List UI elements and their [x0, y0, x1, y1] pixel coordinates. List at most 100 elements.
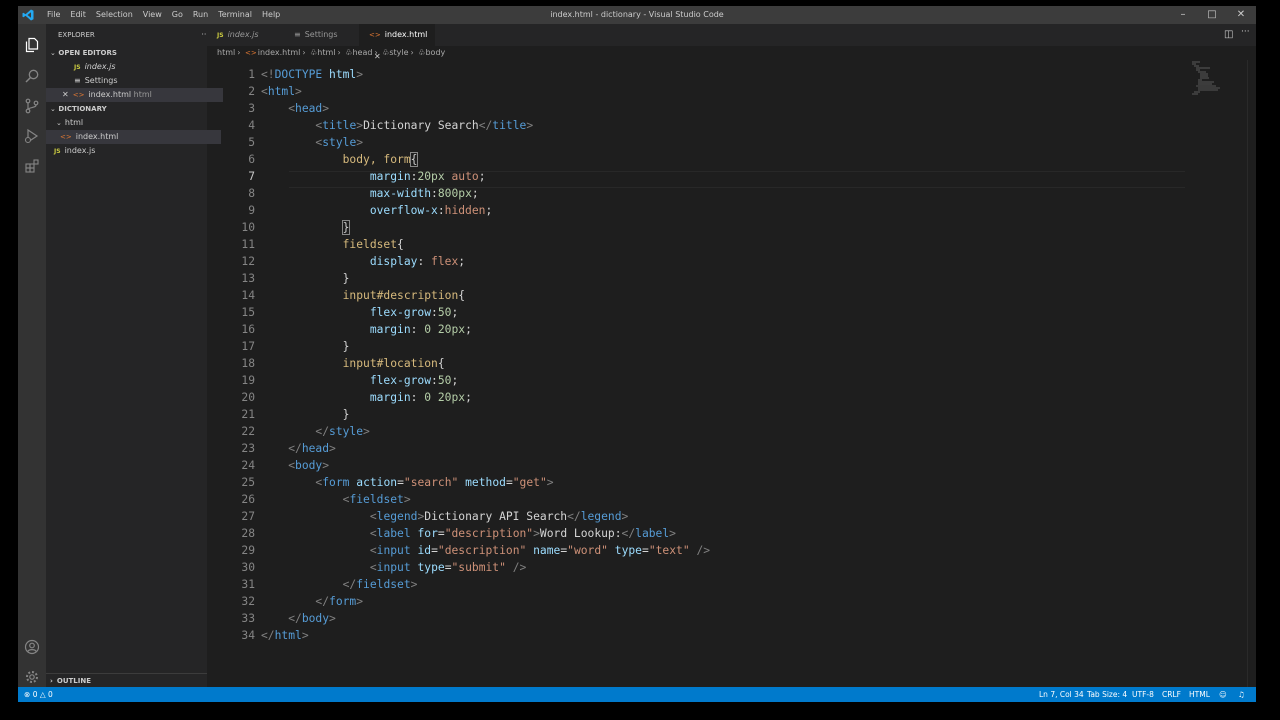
tab-settings[interactable]: ≡ Settings — [284, 24, 359, 46]
problems-indicator[interactable]: ⊗ 0 △ 0 — [24, 687, 53, 702]
code-line[interactable]: 17 } — [207, 338, 1207, 355]
tree-item-index-js[interactable]: JS index.js — [46, 144, 215, 158]
line-number: 10 — [241, 221, 255, 234]
gear-icon[interactable] — [24, 669, 40, 685]
code-line[interactable]: 18 input#location{ — [207, 355, 1207, 372]
language-mode[interactable]: HTML — [1189, 687, 1210, 702]
code-line[interactable]: 15 flex-grow:50; — [207, 304, 1207, 321]
code-line[interactable]: 21 } — [207, 406, 1207, 423]
menu-go[interactable]: Go — [167, 6, 188, 24]
code-line[interactable]: 12 display: flex; — [207, 253, 1207, 270]
editor-scrollbar[interactable] — [1247, 60, 1256, 687]
account-icon[interactable] — [24, 639, 40, 655]
code-text: <html> — [261, 85, 302, 98]
chevron-down-icon: ⌄ — [56, 119, 62, 127]
code-line[interactable]: 24 <body> — [207, 457, 1207, 474]
code-line[interactable]: 6 body, form{ — [207, 151, 1207, 168]
project-section[interactable]: ⌄ DICTIONARY — [46, 102, 211, 116]
code-text: flex-grow:50; — [369, 306, 459, 319]
tab-index-html[interactable]: <> index.html ✕ — [359, 24, 435, 61]
code-line[interactable]: 25 <form action="search" method="get"> — [207, 474, 1207, 491]
menu-file[interactable]: File — [42, 6, 65, 24]
code-line[interactable]: 27 <legend>Dictionary API Search</legend… — [207, 508, 1207, 525]
code-line[interactable]: 28 <label for="description">Word Lookup:… — [207, 525, 1207, 542]
encoding[interactable]: UTF-8 — [1132, 687, 1154, 702]
menu-view[interactable]: View — [138, 6, 167, 24]
split-editor-icon[interactable]: ◫ — [1224, 29, 1233, 40]
code-line[interactable]: 8 max-width:800px; — [207, 185, 1207, 202]
more-actions-icon[interactable]: ··· — [1241, 27, 1250, 37]
line-number: 5 — [248, 136, 255, 149]
feedback-icon[interactable]: ☺ — [1219, 687, 1227, 702]
code-line[interactable]: 5 <style> — [207, 134, 1207, 151]
code-editor[interactable]: 1 <!DOCTYPE html> 2 <html> 3 <head> 4 <title>… — [207, 60, 1256, 687]
code-line[interactable]: 32 </form> — [207, 593, 1207, 610]
line-endings[interactable]: CRLF — [1162, 687, 1181, 702]
breadcrumb-item[interactable]: body — [425, 48, 445, 57]
run-debug-icon[interactable] — [24, 128, 40, 144]
code-line[interactable]: 34 </html> — [207, 627, 1207, 644]
explorer-icon[interactable] — [24, 37, 40, 53]
code-text: input#location{ — [342, 357, 445, 370]
code-text: </fieldset> — [342, 578, 418, 591]
code-line[interactable]: 13 } — [207, 270, 1207, 287]
breadcrumb-item[interactable]: head — [352, 48, 372, 57]
tree-folder-html[interactable]: ⌄ html — [46, 116, 217, 130]
code-text: } — [342, 340, 350, 353]
menu-help[interactable]: Help — [257, 6, 285, 24]
maximize-icon[interactable]: □ — [1198, 6, 1226, 24]
code-line[interactable]: 10 } — [207, 219, 1207, 236]
warning-icon: △ — [39, 690, 46, 699]
code-line[interactable]: 30 <input type="submit" /> — [207, 559, 1207, 576]
open-editors-section[interactable]: ⌄ OPEN EDITORS — [46, 46, 211, 60]
minimize-icon[interactable]: – — [1169, 6, 1197, 24]
line-number: 3 — [248, 102, 255, 115]
line-number: 22 — [241, 425, 255, 438]
code-line[interactable]: 9 overflow-x:hidden; — [207, 202, 1207, 219]
code-line[interactable]: 14 input#description{ — [207, 287, 1207, 304]
line-number: 34 — [241, 629, 255, 642]
menu-terminal[interactable]: Terminal — [213, 6, 257, 24]
source-control-icon[interactable] — [24, 98, 40, 114]
code-line[interactable]: 31 </fieldset> — [207, 576, 1207, 593]
line-number: 6 — [248, 153, 255, 166]
code-line[interactable]: 33 </body> — [207, 610, 1207, 627]
activity-bar — [18, 24, 46, 687]
menu-edit[interactable]: Edit — [65, 6, 91, 24]
open-editor-item-active[interactable]: ✕ <> index.html html — [46, 88, 223, 102]
minimap[interactable] — [1190, 60, 1246, 100]
breadcrumb-item[interactable]: style — [389, 48, 408, 57]
code-line[interactable]: 11 fieldset{ — [207, 236, 1207, 253]
code-line[interactable]: 2 <html> — [207, 83, 1207, 100]
tab-size[interactable]: Tab Size: 4 — [1087, 687, 1127, 702]
line-number: 4 — [248, 119, 255, 132]
close-icon[interactable]: ✕ — [62, 90, 69, 99]
code-line[interactable]: 4 <title>Dictionary Search</title> — [207, 117, 1207, 134]
breadcrumb-item[interactable]: html — [217, 48, 235, 57]
outline-section[interactable]: › OUTLINE — [46, 673, 207, 688]
code-line[interactable]: 19 flex-grow:50; — [207, 372, 1207, 389]
code-line[interactable]: 26 <fieldset> — [207, 491, 1207, 508]
extensions-icon[interactable] — [24, 158, 40, 174]
tab-index-js[interactable]: JS index.js — [207, 24, 284, 46]
code-line[interactable]: 20 margin: 0 20px; — [207, 389, 1207, 406]
close-window-icon[interactable]: ✕ — [1227, 6, 1255, 24]
code-line[interactable]: 29 <input id="description" name="word" t… — [207, 542, 1207, 559]
code-line[interactable]: 16 margin: 0 20px; — [207, 321, 1207, 338]
code-line[interactable]: 3 <head> — [207, 100, 1207, 117]
cursor-position[interactable]: Ln 7, Col 34 — [1039, 687, 1084, 702]
menu-run[interactable]: Run — [188, 6, 213, 24]
tree-item-index-html[interactable]: <> index.html — [46, 130, 221, 144]
line-number: 30 — [241, 561, 255, 574]
code-line[interactable]: 7 margin:20px auto; — [207, 168, 1207, 185]
code-line[interactable]: 22 </style> — [207, 423, 1207, 440]
menu-selection[interactable]: Selection — [91, 6, 138, 24]
notifications-icon[interactable]: ♫ — [1238, 687, 1245, 702]
breadcrumb-item[interactable]: index.html — [258, 48, 301, 57]
explorer-header: EXPLORER ··· — [46, 28, 219, 42]
code-line[interactable]: 1 <!DOCTYPE html> — [207, 66, 1207, 83]
search-icon[interactable] — [24, 68, 40, 84]
breadcrumb-item[interactable]: html — [317, 48, 335, 57]
line-number: 14 — [241, 289, 255, 302]
code-line[interactable]: 23 </head> — [207, 440, 1207, 457]
